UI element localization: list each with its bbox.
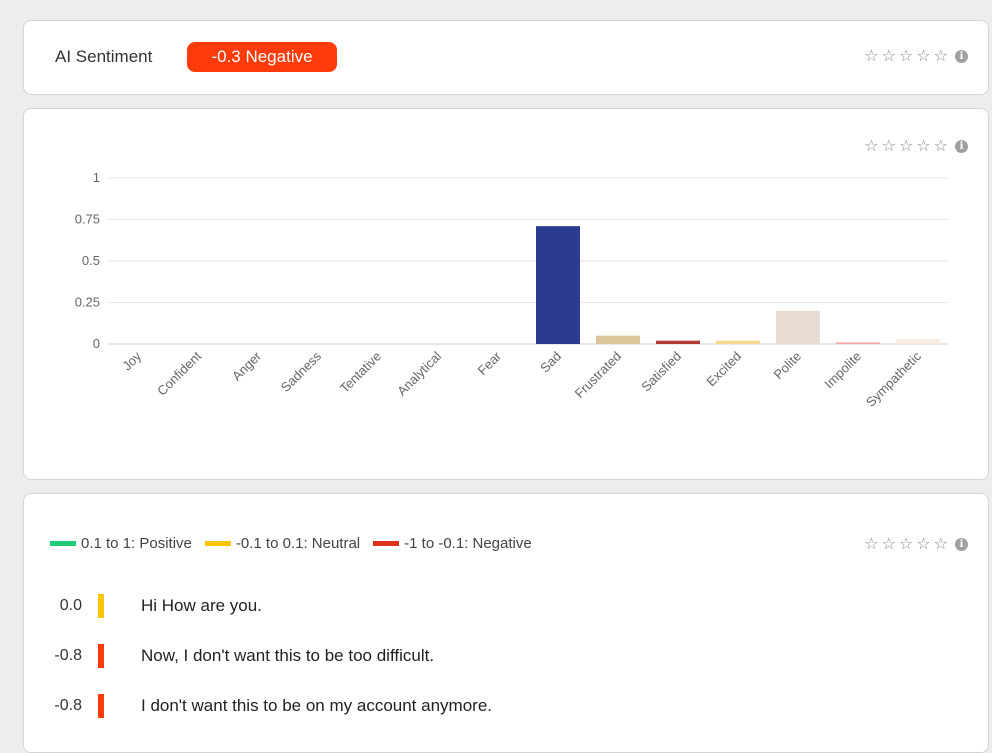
legend-item: -0.1 to 0.1: Neutral (204, 535, 361, 552)
emotion-bar-chart: 0 0.25 0.5 0.75 1 Joy Confident Anger Sadness Ten… (75, 170, 948, 410)
x-tick-label: Anger (229, 348, 265, 384)
y-tick-label: 0 (93, 336, 100, 351)
sentiment-indicator (98, 644, 104, 668)
legend-label: -1 to -0.1: Negative (404, 535, 532, 552)
y-tick-label: 1 (93, 170, 100, 185)
star-outline-icon[interactable]: ☆ (899, 48, 913, 64)
star-outline-icon[interactable]: ☆ (916, 48, 930, 64)
x-tick-label: Tentative (337, 349, 384, 396)
star-outline-icon[interactable]: ☆ (882, 536, 896, 552)
legend-label: -0.1 to 0.1: Neutral (235, 535, 361, 552)
ai-sentiment-label: AI Sentiment (55, 47, 153, 66)
sentence-score: -0.8 (54, 647, 82, 664)
sentence-text: Now, I don't want this to be too difficu… (141, 646, 435, 665)
legend-swatch (50, 541, 76, 546)
bar-frustrated[interactable] (596, 335, 640, 344)
sentence-text: I don't want this to be on my account an… (141, 696, 492, 715)
info-icon[interactable]: i (955, 49, 968, 63)
star-outline-icon[interactable]: ☆ (934, 536, 948, 552)
x-tick-label: Joy (119, 348, 144, 373)
y-tick-label: 0.5 (82, 253, 100, 268)
sentence-text: Hi How are you. (141, 596, 262, 615)
x-tick-label: Impolite (821, 349, 864, 392)
bar-excited[interactable] (716, 340, 760, 344)
legend-label: 0.1 to 1: Positive (81, 535, 192, 552)
info-icon[interactable]: i (955, 537, 968, 551)
rating-stars: ☆ ☆ ☆ ☆ ☆ i (861, 48, 968, 64)
sentiment-badge: -0.3 Negative (187, 42, 337, 72)
sentiment-card: AI Sentiment -0.3 Negative ☆ ☆ ☆ ☆ ☆ i (23, 20, 989, 95)
sentence-score: -0.8 (54, 697, 82, 714)
star-outline-icon[interactable]: ☆ (899, 536, 913, 552)
y-tick-label: 0.75 (75, 212, 100, 227)
sentence-sentiment-card: 0.1 to 1: Positive -0.1 to 0.1: Neutral -1… (23, 493, 989, 753)
x-tick-label: Confident (154, 348, 204, 398)
star-outline-icon[interactable]: ☆ (934, 48, 948, 64)
star-outline-icon[interactable]: ☆ (916, 536, 930, 552)
sentence-row: -0.8 Now, I don't want this to be too dif… (24, 642, 434, 670)
legend-item: -1 to -0.1: Negative (373, 535, 532, 552)
sentence-row: 0.0 Hi How are you. (24, 592, 262, 620)
legend-swatch (204, 541, 231, 546)
legend-item: 0.1 to 1: Positive (50, 535, 192, 552)
x-tick-label: Excited (703, 349, 744, 390)
star-outline-icon[interactable]: ☆ (864, 48, 878, 64)
bar-sympathetic[interactable] (896, 339, 940, 344)
sentiment-indicator (98, 594, 104, 618)
x-tick-label: Sadness (278, 348, 325, 395)
x-tick-label: Fear (475, 348, 505, 378)
bar-sad[interactable] (536, 226, 580, 344)
legend-swatch (373, 541, 400, 546)
x-tick-label: Analytical (394, 348, 444, 398)
bar-satisfied[interactable] (656, 340, 700, 344)
sentiment-legend: 0.1 to 1: Positive -0.1 to 0.1: Neutral -1… (50, 535, 545, 552)
star-outline-icon[interactable]: ☆ (864, 536, 878, 552)
x-tick-label: Satisfied (638, 349, 684, 395)
x-tick-label: Sad (537, 349, 564, 376)
star-outline-icon[interactable]: ☆ (882, 48, 896, 64)
y-tick-label: 0.25 (75, 295, 100, 310)
rating-stars: ☆ ☆ ☆ ☆ ☆ i (861, 536, 968, 552)
sentence-row: -0.8 I don't want this to be on my accoun… (24, 692, 492, 720)
x-tick-label: Polite (771, 349, 805, 383)
sentiment-indicator (98, 694, 104, 718)
x-tick-label: Sympathetic (863, 348, 925, 410)
emotion-chart-card: ☆ ☆ ☆ ☆ ☆ i 0 0.25 0.5 0.75 1 Joy Confident Anger Sad… (23, 108, 989, 480)
x-tick-label: Frustrated (572, 349, 625, 402)
sentence-score: 0.0 (59, 597, 82, 614)
bar-impolite[interactable] (836, 342, 880, 344)
bar-polite[interactable] (776, 310, 820, 344)
